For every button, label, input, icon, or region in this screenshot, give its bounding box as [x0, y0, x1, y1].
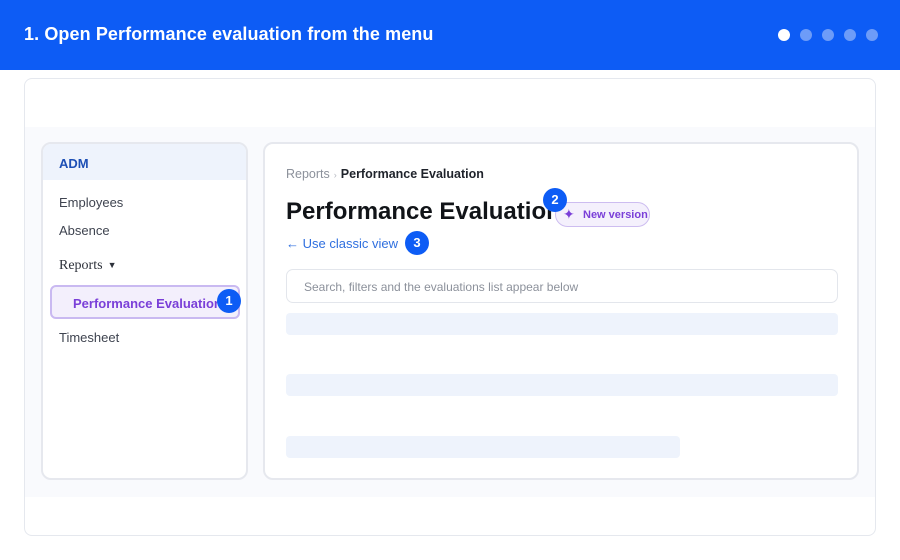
sidebar: ADM Employees Absence Reports ▼ Performan…	[41, 142, 248, 480]
skeleton-row	[286, 313, 838, 335]
sparkle-icon: ✦	[563, 206, 575, 222]
use-classic-view-link[interactable]: ← Use classic view	[286, 236, 398, 251]
caret-down-icon: ▼	[107, 260, 117, 270]
step-dot-2[interactable]	[800, 29, 812, 41]
sidebar-item-reports[interactable]: Reports ▼	[59, 258, 116, 274]
skeleton-row	[286, 374, 838, 396]
step-dot-4[interactable]	[844, 29, 856, 41]
sidebar-item-absence[interactable]: Absence	[59, 223, 110, 238]
step-title: 1. Open Performance evaluation from the …	[24, 24, 434, 44]
breadcrumb-separator: ›	[333, 170, 337, 180]
sidebar-item-timesheet[interactable]: Timesheet	[59, 330, 119, 345]
new-version-label: New version	[583, 209, 648, 221]
sidebar-item-employees[interactable]: Employees	[59, 195, 123, 210]
breadcrumb: Reports › Performance Evaluation	[286, 167, 484, 181]
new-version-badge[interactable]: ✦ New version	[555, 202, 650, 227]
breadcrumb-current: Performance Evaluation	[340, 167, 484, 181]
tutorial-header: 1. Open Performance evaluation from the …	[0, 0, 900, 70]
step-marker-3: 3	[405, 231, 429, 255]
sidebar-section-title: ADM	[59, 156, 89, 171]
sidebar-header: ADM	[43, 144, 246, 180]
sidebar-item-performance-evaluation-label: Performance Evaluation	[73, 296, 222, 311]
step-dot-3[interactable]	[822, 29, 834, 41]
search-input[interactable]: Search, filters and the evaluations list…	[286, 269, 838, 303]
step-progress-dots	[778, 29, 878, 41]
skeleton-row	[286, 436, 680, 458]
sidebar-item-performance-evaluation[interactable]: Performance Evaluation	[50, 285, 240, 319]
step-dot-5[interactable]	[866, 29, 878, 41]
step-marker-1: 1	[217, 289, 241, 313]
page-title: Performance Evaluation	[286, 198, 556, 225]
breadcrumb-reports[interactable]: Reports	[286, 167, 330, 181]
step-marker-2: 2	[543, 188, 567, 212]
step-dot-1[interactable]	[778, 29, 790, 41]
search-placeholder: Search, filters and the evaluations list…	[304, 280, 579, 294]
sidebar-item-reports-label: Reports	[59, 258, 103, 273]
